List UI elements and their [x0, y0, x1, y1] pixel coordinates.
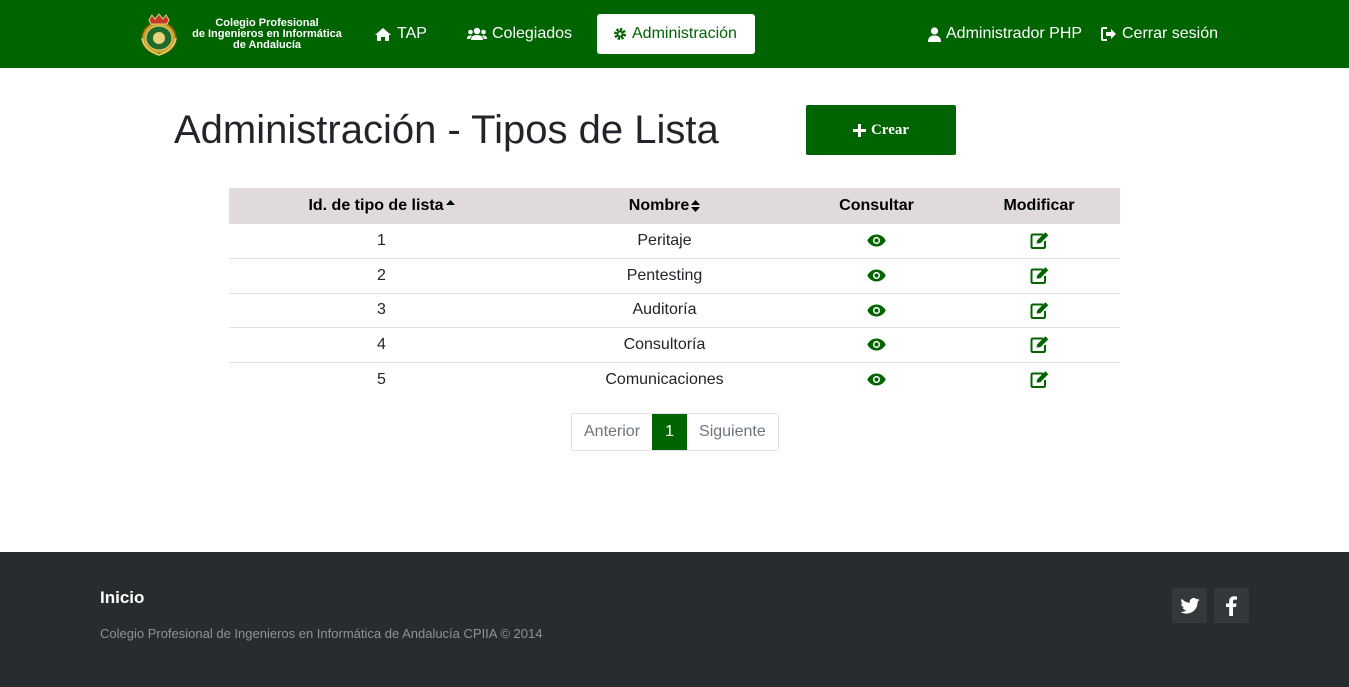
modify-button[interactable] [1030, 336, 1049, 354]
eye-icon [867, 304, 886, 317]
cell-id: 1 [229, 224, 534, 259]
brand-line-3: de Andalucía [232, 38, 302, 51]
cell-modify [958, 224, 1120, 259]
header-id[interactable]: Id. de tipo de lista [229, 188, 534, 224]
sort-up-icon [445, 199, 455, 205]
create-button[interactable]: Crear [806, 105, 956, 155]
facebook-icon [1226, 595, 1237, 616]
cell-name: Consultoría [534, 327, 795, 363]
table-header-row: Id. de tipo de lista Nombre Consultar Mo… [229, 188, 1120, 224]
cell-id: 3 [229, 293, 534, 328]
user-icon [928, 26, 941, 42]
eye-icon [867, 338, 886, 351]
brand-line-1: Colegio Profesional [215, 16, 319, 29]
consult-button[interactable] [867, 301, 886, 318]
eye-icon [867, 373, 886, 386]
edit-icon [1030, 336, 1048, 354]
cell-consult [795, 362, 958, 397]
create-button-label: Crear [870, 121, 910, 138]
cell-modify [958, 362, 1120, 397]
footer: Inicio Colegio Profesional de Ingenieros… [0, 552, 1349, 687]
table-row: 1 Peritaje [229, 224, 1120, 259]
cell-consult [795, 258, 958, 294]
cell-consult [795, 293, 958, 328]
users-icon [467, 27, 487, 40]
cog-icon [614, 28, 626, 40]
brand[interactable]: Colegio Profesional de Ingenieros en Inf… [138, 12, 350, 56]
nav-user[interactable]: Administrador PHP [928, 14, 1082, 54]
table-body: 1 Peritaje 2 Pentesting 3 Auditoría 4 Consultor… [229, 224, 1120, 397]
header-consult: Consultar [839, 197, 914, 214]
table-row: 3 Auditoría [229, 293, 1120, 328]
edit-icon [1030, 267, 1048, 285]
cell-modify [958, 258, 1120, 294]
pagination: Anterior 1 Siguiente [571, 413, 779, 451]
table-row: 2 Pentesting [229, 258, 1120, 294]
home-icon [375, 27, 391, 41]
nav-colegiados-label: Colegiados [492, 25, 573, 42]
nav-user-label: Administrador PHP [946, 25, 1083, 42]
cell-modify [958, 293, 1120, 328]
cell-name: Auditoría [534, 293, 795, 328]
edit-icon [1030, 301, 1048, 319]
coat-of-arms-logo [141, 13, 177, 56]
table-row: 4 Consultoría [229, 327, 1120, 363]
modify-button[interactable] [1030, 232, 1049, 250]
table-row: 5 Comunicaciones [229, 362, 1120, 397]
brand-line-2: de Ingenieros en Informática [192, 27, 342, 40]
cell-name: Peritaje [534, 224, 795, 259]
nav-logout-label: Cerrar sesión [1122, 25, 1219, 42]
sign-out-icon [1101, 27, 1116, 41]
cell-id: 4 [229, 327, 534, 363]
consult-button[interactable] [867, 336, 886, 353]
modify-button[interactable] [1030, 370, 1049, 388]
footer-home-link[interactable]: Inicio [100, 588, 144, 608]
cell-id: 2 [229, 258, 534, 294]
cell-name: Comunicaciones [605, 370, 724, 388]
cell-id: 5 [377, 370, 386, 388]
plus-icon [852, 123, 866, 137]
eye-icon [867, 269, 886, 282]
sort-icon [691, 199, 701, 212]
pagination-prev[interactable]: Anterior [572, 414, 653, 450]
cell-name: Pentesting [534, 258, 795, 294]
nav-tap[interactable]: TAP [374, 14, 427, 54]
brand-text: Colegio Profesional de Ingenieros en Inf… [184, 16, 350, 51]
list-types-table: Id. de tipo de lista Nombre Consultar Mo… [229, 188, 1120, 397]
modify-button[interactable] [1030, 267, 1049, 285]
edit-icon [1030, 370, 1048, 388]
pagination-next[interactable]: Siguiente [687, 414, 778, 450]
nav-logout[interactable]: Cerrar sesión [1101, 14, 1218, 54]
nav-administracion-label: Administración [632, 25, 737, 42]
header-name[interactable]: Nombre [534, 188, 795, 224]
navbar: Colegio Profesional de Ingenieros en Inf… [0, 0, 1349, 68]
consult-button[interactable] [867, 371, 886, 388]
page-title: Administración - Tipos de Lista [174, 108, 719, 152]
consult-button[interactable] [867, 267, 886, 284]
pagination-page-current[interactable]: 1 [652, 414, 688, 450]
header-name-label: Nombre [628, 197, 690, 214]
twitter-icon [1179, 597, 1200, 614]
facebook-button[interactable] [1214, 588, 1249, 623]
eye-icon [867, 234, 886, 247]
nav-administracion[interactable]: Administración [597, 14, 755, 54]
twitter-button[interactable] [1172, 588, 1207, 623]
consult-button[interactable] [867, 232, 886, 249]
header-id-label: Id. de tipo de lista [308, 197, 444, 214]
modify-button[interactable] [1030, 301, 1049, 319]
cell-modify [958, 327, 1120, 363]
nav-colegiados[interactable]: Colegiados [467, 14, 572, 54]
edit-icon [1030, 232, 1048, 250]
cell-consult [795, 224, 958, 259]
nav-tap-label: TAP [397, 25, 427, 42]
header-modify: Modificar [1003, 197, 1075, 214]
cell-consult [795, 327, 958, 363]
footer-copyright: Colegio Profesional de Ingenieros en Inf… [100, 626, 543, 641]
